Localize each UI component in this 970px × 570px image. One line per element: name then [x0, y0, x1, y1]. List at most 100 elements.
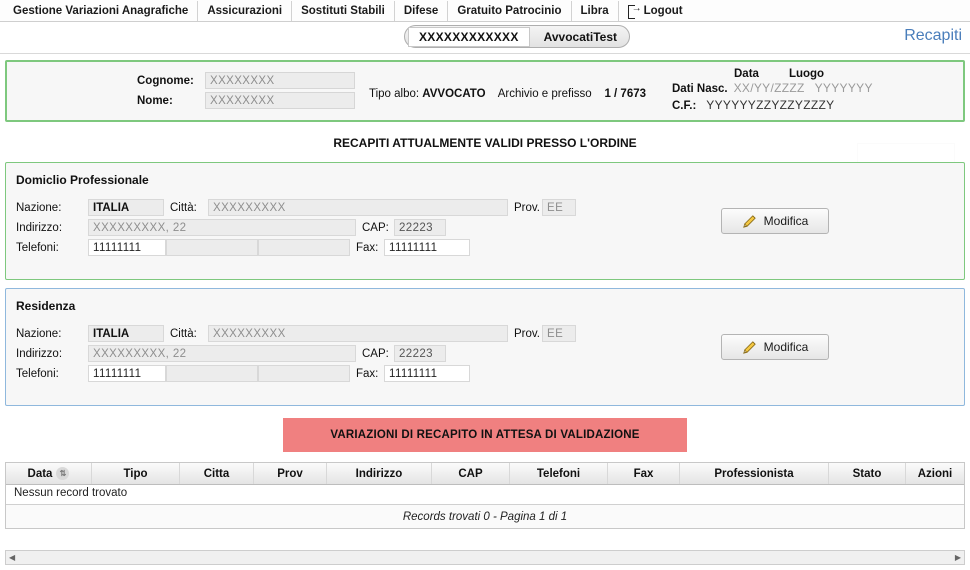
cf-value: YYYYYYZZYZZYZZZY — [706, 98, 835, 112]
prov-field: EE — [542, 325, 576, 342]
cognome-label: Cognome: — [137, 74, 194, 87]
table-empty-message: Nessun record trovato — [6, 485, 964, 505]
identity-panel: Cognome: XXXXXXXX Nome: XXXXXXXX Tipo al… — [5, 60, 965, 122]
telefono-field-2 — [166, 239, 258, 256]
nome-field: XXXXXXXX — [205, 92, 355, 109]
cognome-row: Cognome: XXXXXXXX — [137, 72, 355, 89]
column-header-cap[interactable]: CAP — [432, 463, 510, 484]
prov-label: Prov. — [514, 201, 540, 214]
citta-field: XXXXXXXXX — [208, 199, 508, 216]
card-residenza: Residenza Nazione: ITALIA Città: XXXXXXX… — [5, 288, 965, 406]
column-header-telefoni[interactable]: Telefoni — [510, 463, 608, 484]
tipo-albo-label: Tipo albo: — [369, 88, 420, 100]
top-menu-bar: Gestione Variazioni Anagrafiche Assicura… — [0, 0, 970, 22]
column-header-prov[interactable]: Prov — [254, 463, 327, 484]
user-code: XXXXXXXXXXXX — [408, 26, 530, 47]
column-header-citta[interactable]: Citta — [180, 463, 254, 484]
data-header: Data — [734, 68, 759, 80]
telefoni-row: Telefoni: 11111111 Fax: 11111111 — [16, 365, 964, 382]
menu-item-label: Gestione Variazioni Anagrafiche — [13, 4, 189, 17]
nazione-label: Nazione: — [16, 201, 62, 214]
identity-albo-block: Tipo albo: AVVOCATO Archivio e prefisso … — [369, 88, 646, 100]
nazione-field: ITALIA — [88, 199, 164, 216]
telefono-field-3 — [258, 239, 350, 256]
column-header-professionista[interactable]: Professionista — [680, 463, 829, 484]
cf-label: C.F.: — [672, 100, 697, 112]
modifica-button-label: Modifica — [763, 340, 809, 354]
telefono-field-1: 11111111 — [88, 365, 166, 382]
telefoni-label: Telefoni: — [16, 367, 59, 380]
modifica-button-label: Modifica — [763, 214, 809, 228]
column-header-label: Citta — [203, 467, 230, 480]
card-title: Domiclio Professionale — [16, 173, 149, 187]
modifica-button-residenza[interactable]: Modifica — [721, 334, 829, 360]
column-header-label: Stato — [852, 467, 882, 480]
menu-item-sostituti-stabili[interactable]: Sostituti Stabili — [291, 0, 394, 21]
menu-item-libra[interactable]: Libra — [570, 0, 618, 21]
scroll-right-arrow-icon[interactable]: ▶ — [952, 553, 964, 562]
indirizzo-field: XXXXXXXXX, 22 — [88, 219, 356, 236]
card-domicilio-professionale: Domiclio Professionale Nazione: ITALIA C… — [5, 162, 965, 280]
modifica-button-domicilio[interactable]: Modifica — [721, 208, 829, 234]
column-header-label: Prov — [277, 467, 303, 480]
pencil-icon — [742, 214, 756, 228]
prov-field: EE — [542, 199, 576, 216]
column-header-data[interactable]: Data ⇅ — [6, 463, 92, 484]
title-strip: XXXXXXXXXXXX AvvocatiTest Recapiti — [0, 22, 970, 54]
logout-icon — [627, 2, 642, 19]
pencil-icon — [742, 340, 756, 354]
table-header-row: Data ⇅ Tipo Citta Prov Indirizzo CAP Tel… — [6, 463, 964, 485]
telefoni-row: Telefoni: 11111111 Fax: 11111111 — [16, 239, 964, 256]
user-name: AvvocatiTest — [543, 29, 618, 44]
menu-item-label: Sostituti Stabili — [301, 4, 385, 17]
archivio-label: Archivio e prefisso — [497, 88, 592, 100]
cap-field: 22223 — [394, 345, 446, 362]
menu-item-label: Logout — [643, 4, 683, 17]
menu-item-assicurazioni[interactable]: Assicurazioni — [197, 0, 291, 21]
luogo-nascita-value: YYYYYYY — [814, 81, 873, 95]
cap-field: 22223 — [394, 219, 446, 236]
menu-item-logout[interactable]: Logout — [617, 0, 692, 21]
scroll-left-arrow-icon[interactable]: ◀ — [6, 553, 18, 562]
telefono-field-1: 11111111 — [88, 239, 166, 256]
cap-label: CAP: — [362, 347, 389, 360]
column-header-label: Indirizzo — [355, 467, 403, 480]
column-header-label: CAP — [458, 467, 483, 480]
column-header-label: Tipo — [123, 467, 148, 480]
card-title: Residenza — [16, 299, 76, 313]
column-header-stato[interactable]: Stato — [829, 463, 906, 484]
birth-data-row: Dati Nasc. XX/YY/ZZZZ YYYYYYY — [672, 81, 873, 95]
menu-item-gestione-variazioni-anagrafiche[interactable]: Gestione Variazioni Anagrafiche — [4, 1, 197, 21]
citta-field: XXXXXXXXX — [208, 325, 508, 342]
horizontal-scrollbar[interactable]: ◀ ▶ — [5, 550, 965, 565]
column-header-azioni[interactable]: Azioni — [906, 463, 964, 484]
identity-birth-block: Data Luogo Dati Nasc. XX/YY/ZZZZ YYYYYYY… — [672, 68, 873, 112]
column-header-label: Data — [27, 467, 53, 480]
page-title: Recapiti — [904, 27, 962, 44]
citta-label: Città: — [170, 201, 197, 214]
user-context-pill: XXXXXXXXXXXX AvvocatiTest — [404, 25, 631, 48]
sort-toggle-icon[interactable]: ⇅ — [56, 467, 70, 480]
column-header-label: Telefoni — [536, 467, 581, 480]
fax-label: Fax: — [356, 241, 379, 254]
column-header-tipo[interactable]: Tipo — [92, 463, 180, 484]
telefoni-label: Telefoni: — [16, 241, 59, 254]
column-header-indirizzo[interactable]: Indirizzo — [327, 463, 432, 484]
pending-variations-banner[interactable]: VARIAZIONI DI RECAPITO IN ATTESA DI VALI… — [283, 418, 687, 452]
cognome-field: XXXXXXXX — [205, 72, 355, 89]
nazione-label: Nazione: — [16, 327, 62, 340]
telefono-field-2 — [166, 365, 258, 382]
column-header-label: Azioni — [917, 467, 953, 480]
telefono-field-3 — [258, 365, 350, 382]
menu-item-difese[interactable]: Difese — [393, 0, 448, 21]
menu-item-label: Assicurazioni — [207, 4, 283, 17]
menu-item-label: Libra — [580, 4, 609, 17]
tipo-albo-value: AVVOCATO — [422, 88, 486, 100]
menu-item-gratuito-patrocinio[interactable]: Gratuito Patrocinio — [447, 0, 570, 21]
column-header-label: Fax — [633, 467, 654, 480]
column-header-fax[interactable]: Fax — [608, 463, 680, 484]
menu-item-label: Difese — [403, 4, 439, 17]
indirizzo-field: XXXXXXXXX, 22 — [88, 345, 356, 362]
fax-label: Fax: — [356, 367, 379, 380]
prov-label: Prov. — [514, 327, 540, 340]
